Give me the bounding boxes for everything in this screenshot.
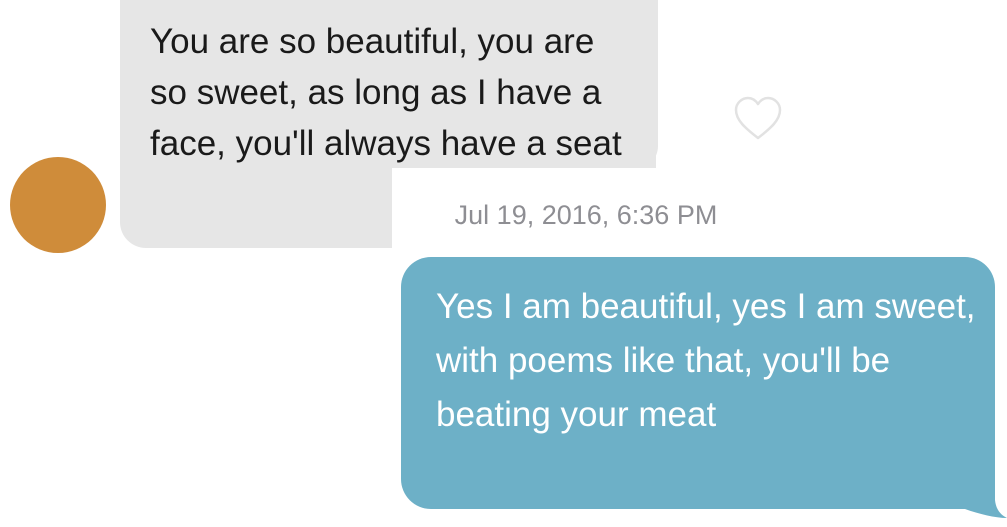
chat-screen: You are so beautiful, you are so sweet, … [0,0,1007,527]
heart-outline-icon[interactable] [733,96,783,142]
sent-message-bubble-tail [965,470,1007,518]
sent-message-text: Yes I am beautiful, yes I am sweet, with… [436,287,976,434]
received-message-text: You are so beautiful, you are so sweet, … [150,22,622,163]
received-message-bubble-corner [630,0,658,170]
message-timestamp: Jul 19, 2016, 6:36 PM [454,200,718,230]
